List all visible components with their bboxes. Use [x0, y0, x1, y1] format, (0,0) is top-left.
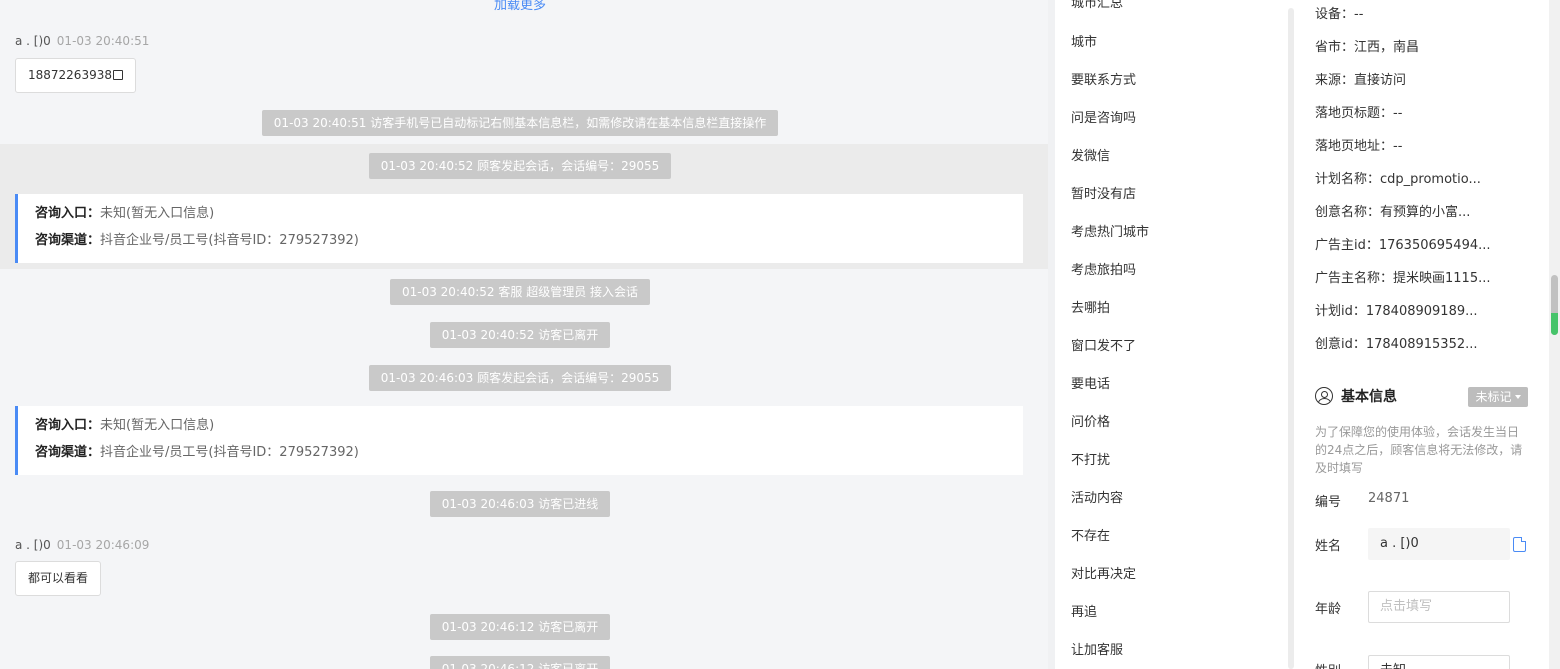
info-row-source: 来源：直接访问	[1315, 73, 1407, 88]
scrollbar-thumb[interactable]	[1551, 275, 1558, 335]
quick-tag-item[interactable]: 城市汇总	[1071, 0, 1123, 13]
info-row-plan-name: 计划名称：cdp_promotio...	[1315, 172, 1481, 187]
message-time: 01-03 20:46:09	[56, 538, 150, 552]
quick-tag-item[interactable]: 不打扰	[1071, 452, 1110, 470]
system-message-row: 01-03 20:46:03 访客已进线	[0, 491, 1040, 517]
tag-list-scrollbar[interactable]	[1288, 8, 1294, 669]
system-message: 01-03 20:46:12 访客已离开	[429, 614, 611, 640]
quick-tag-item[interactable]: 再追	[1071, 604, 1097, 622]
caret-down-icon	[1514, 395, 1521, 399]
system-message: 01-03 20:40:52 访客已离开	[429, 322, 611, 348]
quick-tag-item[interactable]: 考虑热门城市	[1071, 224, 1149, 242]
system-message: 01-03 20:40:51 访客手机号已自动标记右侧基本信息栏，如需修改请在基…	[261, 110, 779, 136]
consult-channel-label: 咨询渠道：	[35, 233, 101, 248]
copy-icon[interactable]	[112, 70, 123, 80]
name-field[interactable]: a . [)0	[1368, 528, 1510, 560]
system-message-row: 01-03 20:40:51 访客手机号已自动标记右侧基本信息栏，如需修改请在基…	[0, 110, 1040, 136]
user-circle-icon	[1315, 387, 1333, 405]
message-bubble[interactable]: 18872263938	[15, 58, 136, 93]
consult-entry-line: 咨询入口：未知(暂无入口信息)	[35, 203, 1023, 230]
quick-tag-item[interactable]: 要电话	[1071, 376, 1110, 394]
quick-tag-item[interactable]: 让加客服	[1071, 642, 1123, 660]
quick-tag-item[interactable]: 窗口发不了	[1071, 338, 1136, 356]
info-row-creative-name: 创意名称：有预算的小富...	[1315, 205, 1471, 220]
id-label: 编号	[1315, 495, 1342, 510]
consult-info-card: 咨询入口：未知(暂无入口信息) 咨询渠道：抖音企业号/员工号(抖音号ID：279…	[15, 194, 1023, 263]
quick-tag-item[interactable]: 考虑旅拍吗	[1071, 262, 1136, 280]
sender-name: a . [)0	[15, 538, 51, 552]
copy-name-icon[interactable]	[1513, 537, 1526, 552]
consult-channel-value: 抖音企业号/员工号(抖音号ID：279527392)	[100, 445, 359, 460]
consult-info-card: 咨询入口：未知(暂无入口信息) 咨询渠道：抖音企业号/员工号(抖音号ID：279…	[15, 406, 1023, 475]
system-message-row: 01-03 20:40:52 顾客发起会话，会话编号：29055	[0, 153, 1040, 179]
consult-channel-label: 咨询渠道：	[35, 445, 101, 460]
consult-channel-value: 抖音企业号/员工号(抖音号ID：279527392)	[100, 233, 359, 248]
chat-panel: 加载更多 a . [)0 01-03 20:40:51 18872263938 0…	[0, 0, 1048, 669]
message-bubble[interactable]: 都可以看看	[15, 561, 102, 596]
message-sender: a . [)0 01-03 20:40:51	[15, 34, 149, 48]
gender-label: 性别	[1315, 660, 1341, 669]
visitor-info-panel: 设备：-- 省市：江西，南昌 来源：直接访问 落地页标题：-- 落地页地址：--…	[1295, 0, 1545, 669]
consult-entry-value: 未知(暂无入口信息)	[100, 418, 215, 433]
info-row-region: 省市：江西，南昌	[1315, 40, 1420, 55]
age-field[interactable]: 点击填写	[1368, 591, 1510, 623]
info-row-advertiser-id: 广告主id：176350695494...	[1315, 238, 1491, 253]
mark-status-label: 未标记	[1475, 390, 1512, 404]
mark-status-dropdown[interactable]: 未标记	[1468, 387, 1528, 407]
info-row-plan-id: 计划id：178408909189...	[1315, 304, 1478, 319]
edit-notice: 为了保障您的使用体验，会话发生当日的24点之后，顾客信息将无法修改，请及时填写	[1315, 425, 1523, 475]
consult-entry-line: 咨询入口：未知(暂无入口信息)	[35, 415, 1023, 442]
system-message-row: 01-03 20:46:03 顾客发起会话，会话编号：29055	[0, 365, 1040, 391]
system-message-row: 01-03 20:40:52 访客已离开	[0, 322, 1040, 348]
quick-tag-item[interactable]: 对比再决定	[1071, 566, 1136, 584]
consult-entry-value: 未知(暂无入口信息)	[100, 206, 215, 221]
quick-tag-item[interactable]: 去哪拍	[1071, 300, 1110, 318]
system-message: 01-03 20:40:52 顾客发起会话，会话编号：29055	[368, 153, 672, 179]
age-label: 年龄	[1315, 602, 1342, 617]
info-panel-scrollbar[interactable]	[1549, 0, 1560, 669]
quick-tag-item[interactable]: 发微信	[1071, 148, 1110, 166]
quick-tag-item[interactable]: 要联系方式	[1071, 72, 1136, 90]
quick-tag-item[interactable]: 城市	[1071, 34, 1097, 52]
sender-name: a . [)0	[15, 34, 51, 48]
quick-tag-item[interactable]: 不存在	[1071, 528, 1110, 546]
quick-tag-item[interactable]: 问是咨询吗	[1071, 110, 1136, 128]
info-row-device: 设备：--	[1315, 7, 1364, 22]
info-row-landing-url: 落地页地址：--	[1315, 139, 1403, 154]
message-sender: a . [)0 01-03 20:46:09	[15, 538, 149, 552]
system-message-row: 01-03 20:46:12 访客已离开	[0, 656, 1040, 669]
message-text: 18872263938	[28, 68, 112, 82]
quick-tag-item[interactable]: 活动内容	[1071, 490, 1123, 508]
consult-entry-label: 咨询入口：	[35, 206, 101, 221]
message-time: 01-03 20:40:51	[56, 34, 150, 48]
system-message: 01-03 20:46:03 顾客发起会话，会话编号：29055	[368, 365, 672, 391]
system-message: 01-03 20:46:12 访客已离开	[429, 656, 611, 669]
quick-tag-item[interactable]: 暂时没有店	[1071, 186, 1136, 204]
name-label: 姓名	[1315, 539, 1342, 554]
system-message-row: 01-03 20:46:12 访客已离开	[0, 614, 1040, 640]
system-message-row: 01-03 20:40:52 客服 超级管理员 接入会话	[0, 279, 1040, 305]
basic-info-title: 基本信息	[1315, 386, 1397, 406]
gender-field[interactable]: 未知	[1368, 655, 1510, 669]
info-row-advertiser-name: 广告主名称：提米映画1115...	[1315, 271, 1491, 286]
quick-tag-item[interactable]: 问价格	[1071, 414, 1110, 432]
basic-info-title-text: 基本信息	[1341, 389, 1397, 405]
quick-tag-list: 城市汇总 城市 要联系方式 问是咨询吗 发微信 暂时没有店 考虑热门城市 考虑旅…	[1055, 0, 1288, 669]
consult-channel-line: 咨询渠道：抖音企业号/员工号(抖音号ID：279527392)	[35, 442, 1023, 469]
consult-channel-line: 咨询渠道：抖音企业号/员工号(抖音号ID：279527392)	[35, 230, 1023, 257]
message-text: 都可以看看	[28, 571, 89, 585]
load-more-link[interactable]: 加载更多	[0, 0, 1040, 13]
id-value: 24871	[1368, 491, 1410, 506]
system-message: 01-03 20:46:03 访客已进线	[429, 491, 611, 517]
info-row-landing-title: 落地页标题：--	[1315, 106, 1403, 121]
panel-divider[interactable]	[1048, 0, 1055, 669]
info-row-creative-id: 创意id：178408915352...	[1315, 337, 1478, 352]
consult-entry-label: 咨询入口：	[35, 418, 101, 433]
system-message: 01-03 20:40:52 客服 超级管理员 接入会话	[389, 279, 651, 305]
